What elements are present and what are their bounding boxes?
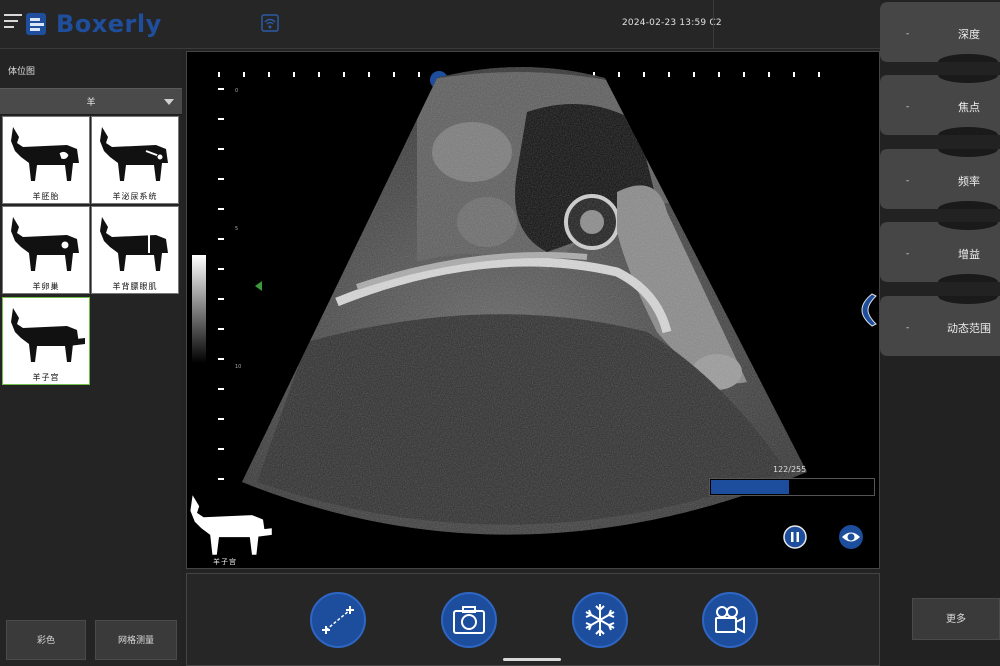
cine-progress-fill [711,480,789,494]
grid-measure-button[interactable]: 网格测量 [95,620,177,660]
species-dropdown[interactable]: 羊 [0,88,182,115]
species-dropdown-value: 羊 [86,98,96,108]
param-label: 焦点 [958,101,980,114]
param-value: - [906,102,910,112]
param-value: - [906,249,910,259]
preset-label: 羊卵巢 [32,282,60,291]
preset-sheep-embryo[interactable]: 羊胚胎 [2,116,90,204]
datetime: 2024-02-23 13:59 C2 [622,18,722,28]
grayscale-bar [192,255,206,363]
menu-icon[interactable] [4,14,22,30]
measure-button[interactable] [310,592,366,648]
record-video-button[interactable] [702,592,758,648]
measure-icon [322,606,354,634]
preset-sheep-ovary[interactable]: 羊卵巢 [2,206,90,294]
freeze-icon [585,604,615,636]
snapshot-button[interactable] [441,592,497,648]
wifi-probe-icon[interactable] [259,12,281,34]
param-value: - [906,176,910,186]
body-marker-label: 羊子宫 [213,558,237,566]
cine-progress-bar[interactable] [709,478,875,496]
freeze-button[interactable] [572,592,628,648]
preset-sheep-backfat[interactable]: 羊背膘眼肌 [91,206,179,294]
sheep-backfat-icon [100,217,168,271]
preset-label: 羊背膘眼肌 [112,282,158,291]
preset-label: 羊胚胎 [32,192,60,201]
param-value: - [906,29,910,39]
param-label: 深度 [958,28,980,41]
preset-sheep-uterus[interactable]: 羊子宫 [2,297,90,385]
more-button[interactable]: 更多 [912,598,1000,640]
pause-icon[interactable] [783,525,807,549]
sheep-embryo-icon [11,127,79,181]
brand-logo: Boxerly [24,8,162,40]
eye-icon[interactable] [838,524,864,550]
depth-label: 10 [235,364,241,370]
boxerly-logo-icon [26,13,46,35]
home-indicator[interactable] [503,658,561,661]
divider [713,0,714,48]
panel-title: 体位图 [8,67,36,77]
dynamic-range-control[interactable]: - 动态范围 [880,296,1000,356]
depth-label: 0 [235,88,238,94]
preset-label: 羊子宫 [32,373,60,382]
video-camera-icon [715,606,745,634]
sheep-urinary-icon [100,127,168,181]
camera-icon [453,606,485,634]
param-value: - [906,323,910,333]
cine-progress-label: 122/255 [773,465,807,474]
param-label: 动态范围 [947,322,991,335]
chevron-down-icon [164,99,174,105]
preset-sheep-urinary[interactable]: 羊泌尿系统 [91,116,179,204]
gain-control[interactable]: - 增益 [880,222,1000,282]
focus-marker[interactable] [255,281,262,291]
sheep-uterus-icon [11,308,85,362]
param-label: 频率 [958,175,980,188]
depth-label: 5 [235,226,238,232]
depth-scale [218,88,224,480]
preset-label: 羊泌尿系统 [112,192,158,201]
sheep-ovary-icon [11,217,79,271]
probe-icon[interactable] [858,292,880,328]
color-mode-button[interactable]: 彩色 [6,620,86,660]
param-label: 增益 [958,248,980,261]
depth-control[interactable]: - 深度 [880,2,1000,62]
bottom-toolbar [186,573,880,666]
focus-control[interactable]: - 焦点 [880,75,1000,135]
body-marker-icon [190,495,272,555]
frequency-control[interactable]: - 频率 [880,149,1000,209]
brand-name: Boxerly [56,10,162,38]
